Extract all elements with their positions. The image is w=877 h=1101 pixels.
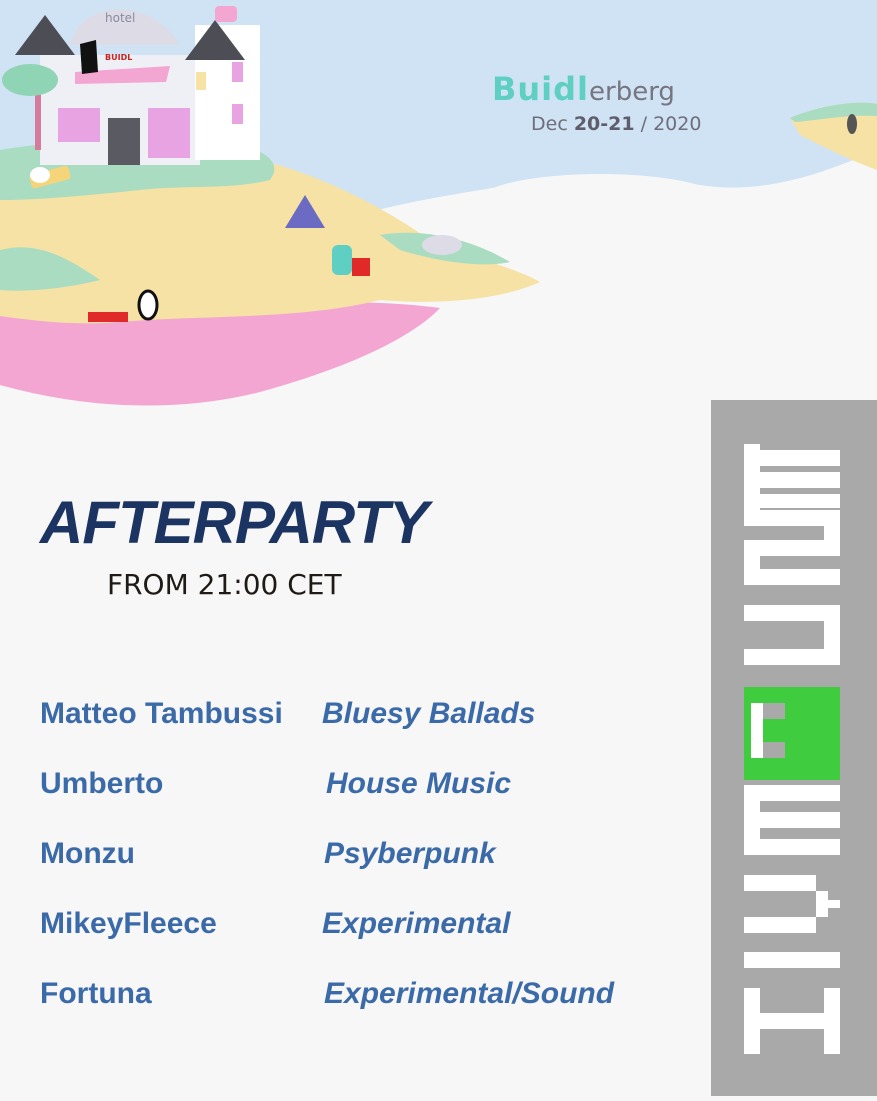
artist-name: Monzu [40,837,135,870]
genre-label: Experimental [322,907,511,940]
artist-name: Fortuna [40,977,152,1010]
artist-name: Matteo Tambussi [40,697,283,730]
lineup-item: Umberto House Music [0,767,700,807]
sponsor-panel [711,400,877,1096]
robot [332,245,352,275]
lineup-item: Fortuna Experimental/Sound [0,977,700,1017]
event-date: Dec 20-21 / 2020 [531,113,701,135]
lineup-item: Matteo Tambussi Bluesy Ballads [0,697,700,737]
date-days: 20-21 [573,113,635,135]
cloud [610,212,830,252]
lineup-item: MikeyFleece Experimental [0,907,700,947]
artist-name: MikeyFleece [40,907,217,940]
event-logo: Buidlerberg [492,70,675,108]
svg-text:BUIDL: BUIDL [105,53,132,62]
genre-label: House Music [326,767,512,800]
brand-name-part1: Buidl [492,70,590,108]
lineup-item: Monzu Psyberpunk [0,837,700,877]
genre-label: Experimental/Sound [324,977,615,1010]
start-time: FROM 21:00 CET [107,568,342,601]
svg-text:hotel: hotel [105,11,135,25]
sponsor-logo [744,444,840,1054]
artist-name: Umberto [40,767,164,800]
genre-label: Bluesy Ballads [322,697,536,730]
page-title: AFTERPARTY [40,489,429,556]
genre-label: Psyberpunk [324,837,496,870]
date-year: / 2020 [634,113,702,135]
brand-name-part2: erberg [589,77,675,107]
island-illustration: hotel BUIDL [0,0,877,420]
date-prefix: Dec [531,113,574,135]
